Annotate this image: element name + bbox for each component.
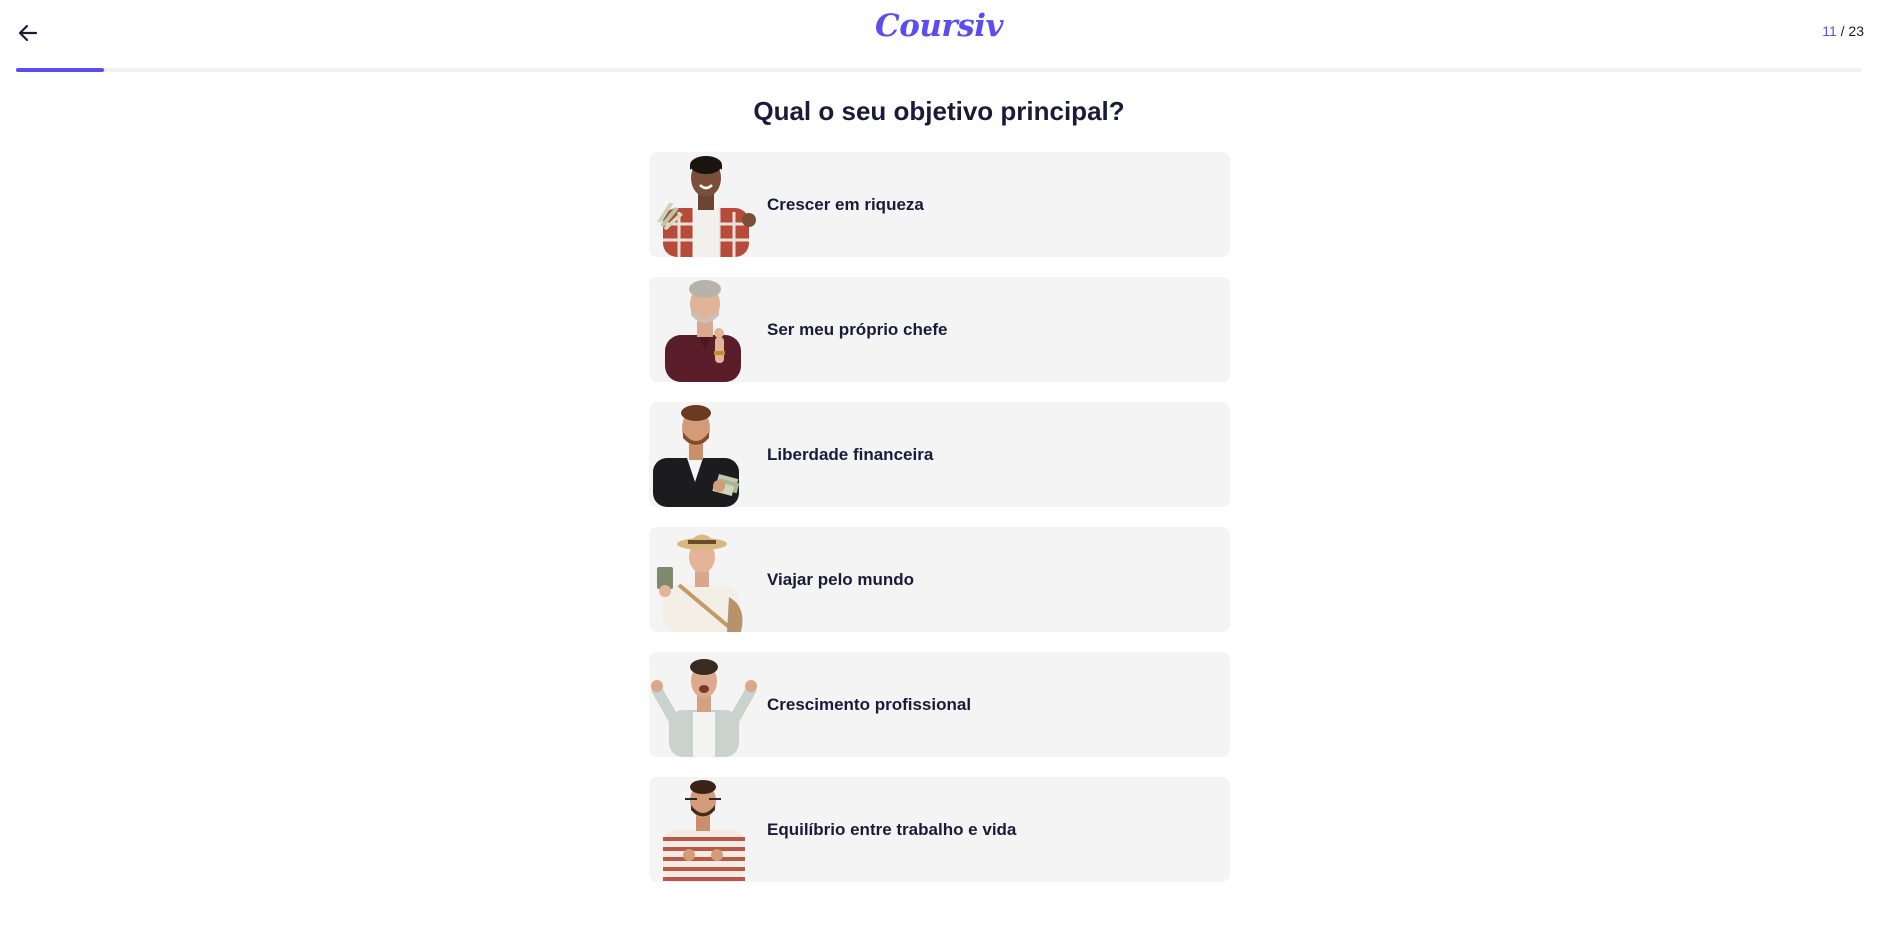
coursiv-logo: Coursiv xyxy=(875,8,1003,44)
option-image-bearded-man xyxy=(649,277,759,382)
step-separator: / xyxy=(1836,23,1849,39)
progress-bar xyxy=(16,68,1862,72)
step-current: 11 xyxy=(1822,23,1837,39)
option-image-man-holding-cash xyxy=(649,152,759,257)
top-header: Coursiv 11 / 23 xyxy=(0,0,1878,72)
option-image-man-celebrating xyxy=(649,652,759,757)
option-own-boss[interactable]: Ser meu próprio chefe xyxy=(649,277,1230,382)
step-total: 23 xyxy=(1848,23,1864,39)
option-label: Ser meu próprio chefe xyxy=(767,319,948,339)
option-label: Viajar pelo mundo xyxy=(767,569,915,589)
progress-bar-fill xyxy=(16,68,105,72)
option-work-life-balance[interactable]: Equilíbrio entre trabalho e vida xyxy=(649,777,1230,882)
arrow-left-icon xyxy=(18,24,38,42)
option-travel-world[interactable]: Viajar pelo mundo xyxy=(649,527,1230,632)
option-label: Crescer em riqueza xyxy=(767,194,924,214)
option-label: Liberdade financeira xyxy=(767,444,934,464)
back-button[interactable] xyxy=(12,17,44,49)
option-financial-freedom[interactable]: Liberdade financeira xyxy=(649,402,1230,507)
option-image-man-in-suit xyxy=(649,402,759,507)
option-image-man-with-hat xyxy=(649,527,759,632)
question-title: Qual o seu objetivo principal? xyxy=(753,96,1125,126)
options-list: Crescer em riqueza Ser meu próprio chefe xyxy=(649,152,1230,882)
step-counter: 11 / 23 xyxy=(1822,23,1864,39)
option-grow-wealth[interactable]: Crescer em riqueza xyxy=(649,152,1230,257)
option-image-man-meditating xyxy=(649,777,759,882)
option-label: Equilíbrio entre trabalho e vida xyxy=(767,819,1017,839)
option-label: Crescimento profissional xyxy=(767,694,972,714)
option-career-growth[interactable]: Crescimento profissional xyxy=(649,652,1230,757)
